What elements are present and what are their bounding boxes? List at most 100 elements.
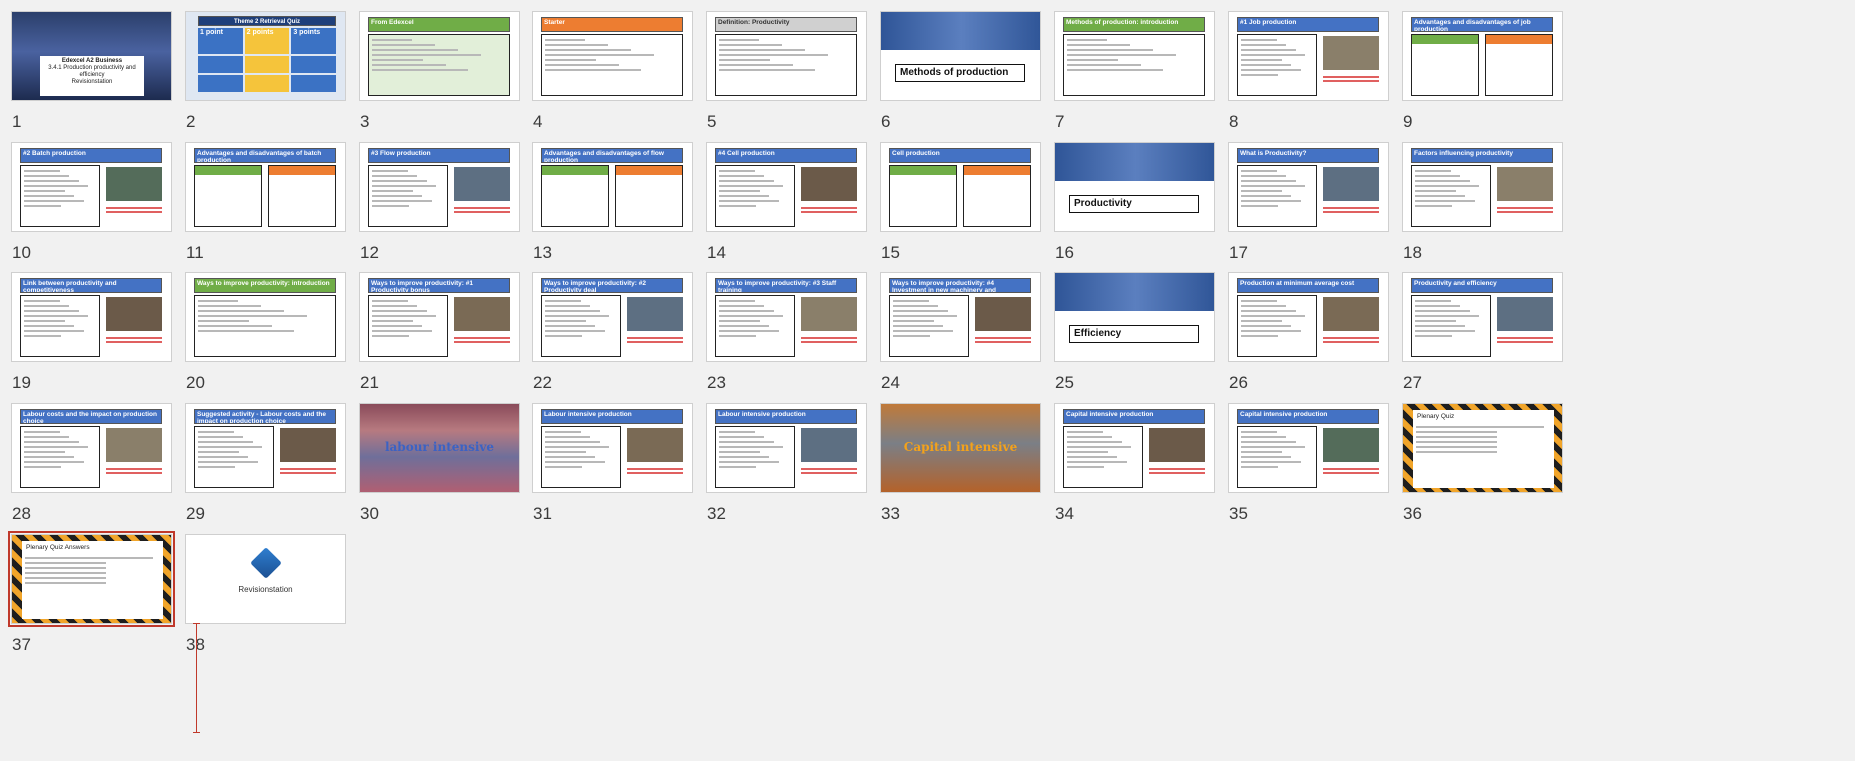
slide-preview[interactable]: Suggested activity - Labour costs and th… — [185, 403, 346, 493]
text-lines — [1241, 39, 1313, 79]
slide-preview[interactable]: Theme 2 Retrieval Quiz 1 point 2 points 3 p… — [185, 11, 346, 101]
slide-preview[interactable]: Definition: Productivity — [706, 11, 867, 101]
slide-thumbnail-38[interactable]: Revisionstation38 — [174, 523, 346, 673]
text-line — [545, 466, 582, 468]
text-line — [372, 185, 437, 187]
slide-preview[interactable]: Labour costs and the impact on productio… — [11, 403, 172, 493]
text-line — [372, 180, 427, 182]
slide-thumbnail-19[interactable]: Link between productivity and competitiv… — [0, 261, 172, 411]
slide-thumbnail-22[interactable]: Ways to improve productivity: #2 Product… — [521, 261, 693, 411]
advantages-panel — [1411, 34, 1479, 96]
slide-thumbnail-11[interactable]: Advantages and disadvantages of batch pr… — [174, 131, 346, 281]
slide-preview[interactable]: Ways to improve productivity: #1 Product… — [359, 272, 520, 362]
slide-thumbnail-24[interactable]: Ways to improve productivity: #4 Investm… — [869, 261, 1041, 411]
slide-preview[interactable]: From Edexcel — [359, 11, 520, 101]
advantages-header — [542, 166, 608, 175]
slide-thumbnail-17[interactable]: What is Productivity? 17 — [1217, 131, 1389, 281]
note-text — [1149, 468, 1205, 470]
slide-thumbnail-26[interactable]: Production at minimum average cost 26 — [1217, 261, 1389, 411]
slide-thumbnail-20[interactable]: Ways to improve productivity: introducti… — [174, 261, 346, 411]
slide-thumbnail-2[interactable]: Theme 2 Retrieval Quiz 1 point 2 points 3 p… — [174, 0, 346, 150]
text-line — [1241, 59, 1283, 61]
slide-preview[interactable]: Factors influencing productivity — [1402, 142, 1563, 232]
slide-preview[interactable]: Edexcel A2 Business 3.4.1 Production prod… — [11, 11, 172, 101]
slide-preview[interactable]: Capital intensive production — [1054, 403, 1215, 493]
slide-thumbnail-18[interactable]: Factors influencing productivity 18 — [1391, 131, 1563, 281]
slide-preview[interactable]: Labour intensive production — [532, 403, 693, 493]
slide-thumbnail-8[interactable]: #1 Job production 8 — [1217, 0, 1389, 150]
slide-preview[interactable]: Productivity — [1054, 142, 1215, 232]
slide-heading: #3 Flow production — [368, 148, 510, 163]
text-line — [1241, 190, 1283, 192]
slide-preview[interactable]: Plenary Quiz Answers — [8, 531, 175, 627]
slide-thumbnail-37[interactable]: Plenary Quiz Answers 37 — [0, 523, 175, 673]
slide-photo — [975, 297, 1031, 331]
slide-thumbnail-34[interactable]: Capital intensive production 34 — [1043, 392, 1215, 542]
slide-thumbnail-31[interactable]: Labour intensive production 31 — [521, 392, 693, 542]
slide-thumbnail-13[interactable]: Advantages and disadvantages of flow pro… — [521, 131, 693, 281]
slide-preview[interactable]: #1 Job production — [1228, 11, 1389, 101]
slide-preview[interactable]: Advantages and disadvantages of job prod… — [1402, 11, 1563, 101]
slide-thumbnail-21[interactable]: Ways to improve productivity: #1 Product… — [348, 261, 520, 411]
slide-thumbnail-5[interactable]: Definition: Productivity 5 — [695, 0, 867, 150]
slide-preview[interactable]: Capital intensive — [880, 403, 1041, 493]
slide-thumbnail-12[interactable]: #3 Flow production 12 — [348, 131, 520, 281]
content-box — [20, 295, 100, 357]
slide-thumbnail-23[interactable]: Ways to improve productivity: #3 Staff t… — [695, 261, 867, 411]
slide-preview[interactable]: Methods of production: introduction — [1054, 11, 1215, 101]
slide-thumbnail-1[interactable]: Edexcel A2 Business 3.4.1 Production prod… — [0, 0, 172, 150]
slide-thumbnail-36[interactable]: Plenary Quiz 36 — [1391, 392, 1563, 542]
slide-thumbnail-32[interactable]: Labour intensive production 32 — [695, 392, 867, 542]
slide-preview[interactable]: Efficiency — [1054, 272, 1215, 362]
slide-thumbnail-29[interactable]: Suggested activity - Labour costs and th… — [174, 392, 346, 542]
slide-preview[interactable]: #3 Flow production — [359, 142, 520, 232]
slide-thumbnail-33[interactable]: Capital intensive 33 — [869, 392, 1041, 542]
slide-thumbnail-14[interactable]: #4 Cell production 14 — [695, 131, 867, 281]
slide-preview[interactable]: labour intensive — [359, 403, 520, 493]
slide-thumbnail-7[interactable]: Methods of production: introduction 7 — [1043, 0, 1215, 150]
content-box — [715, 165, 795, 227]
slide-preview[interactable]: Methods of production — [880, 11, 1041, 101]
slide-preview[interactable]: Ways to improve productivity: #2 Product… — [532, 272, 693, 362]
text-lines — [545, 300, 617, 340]
slide-number: 36 — [1403, 504, 1422, 523]
text-line — [24, 446, 89, 448]
text-line — [372, 190, 414, 192]
text-line — [1067, 456, 1118, 458]
slide-thumbnail-25[interactable]: Efficiency 25 — [1043, 261, 1215, 411]
slide-preview[interactable]: Link between productivity and competitiv… — [11, 272, 172, 362]
slide-thumbnail-10[interactable]: #2 Batch production 10 — [0, 131, 172, 281]
slide-preview[interactable]: Ways to improve productivity: #3 Staff t… — [706, 272, 867, 362]
slide-preview[interactable]: Starter — [532, 11, 693, 101]
slide-preview[interactable]: Advantages and disadvantages of batch pr… — [185, 142, 346, 232]
slide-thumbnail-9[interactable]: Advantages and disadvantages of job prod… — [1391, 0, 1563, 150]
slide-preview[interactable]: Ways to improve productivity: introducti… — [185, 272, 346, 362]
text-line — [198, 315, 307, 317]
slide-preview[interactable]: Production at minimum average cost — [1228, 272, 1389, 362]
slide-preview[interactable]: Cell production — [880, 142, 1041, 232]
text-line — [1241, 446, 1306, 448]
slide-preview[interactable]: Capital intensive production — [1228, 403, 1389, 493]
slide-preview[interactable]: What is Productivity? — [1228, 142, 1389, 232]
slide-thumbnail-27[interactable]: Productivity and efficiency 27 — [1391, 261, 1563, 411]
slide-thumbnail-3[interactable]: From Edexcel 3 — [348, 0, 520, 150]
slide-thumbnail-4[interactable]: Starter 4 — [521, 0, 693, 150]
slide-preview[interactable]: Plenary Quiz — [1402, 403, 1563, 493]
slide-thumbnail-15[interactable]: Cell production 15 — [869, 131, 1041, 281]
slide-preview[interactable]: Ways to improve productivity: #4 Investm… — [880, 272, 1041, 362]
text-lines — [1067, 39, 1201, 74]
text-line — [719, 436, 765, 438]
slide-preview[interactable]: Advantages and disadvantages of flow pro… — [532, 142, 693, 232]
slide-number: 25 — [1055, 373, 1074, 392]
slide-preview[interactable]: Labour intensive production — [706, 403, 867, 493]
slide-thumbnail-6[interactable]: Methods of production 6 — [869, 0, 1041, 150]
slide-thumbnail-16[interactable]: Productivity 16 — [1043, 131, 1215, 281]
slide-preview[interactable]: Productivity and efficiency — [1402, 272, 1563, 362]
slide-preview[interactable]: Revisionstation — [185, 534, 346, 624]
slide-preview[interactable]: #4 Cell production — [706, 142, 867, 232]
slide-thumbnail-28[interactable]: Labour costs and the impact on productio… — [0, 392, 172, 542]
slide-thumbnail-30[interactable]: labour intensive 30 — [348, 392, 520, 542]
slide-thumbnail-35[interactable]: Capital intensive production 35 — [1217, 392, 1389, 542]
text-line — [1067, 49, 1153, 51]
slide-preview[interactable]: #2 Batch production — [11, 142, 172, 232]
